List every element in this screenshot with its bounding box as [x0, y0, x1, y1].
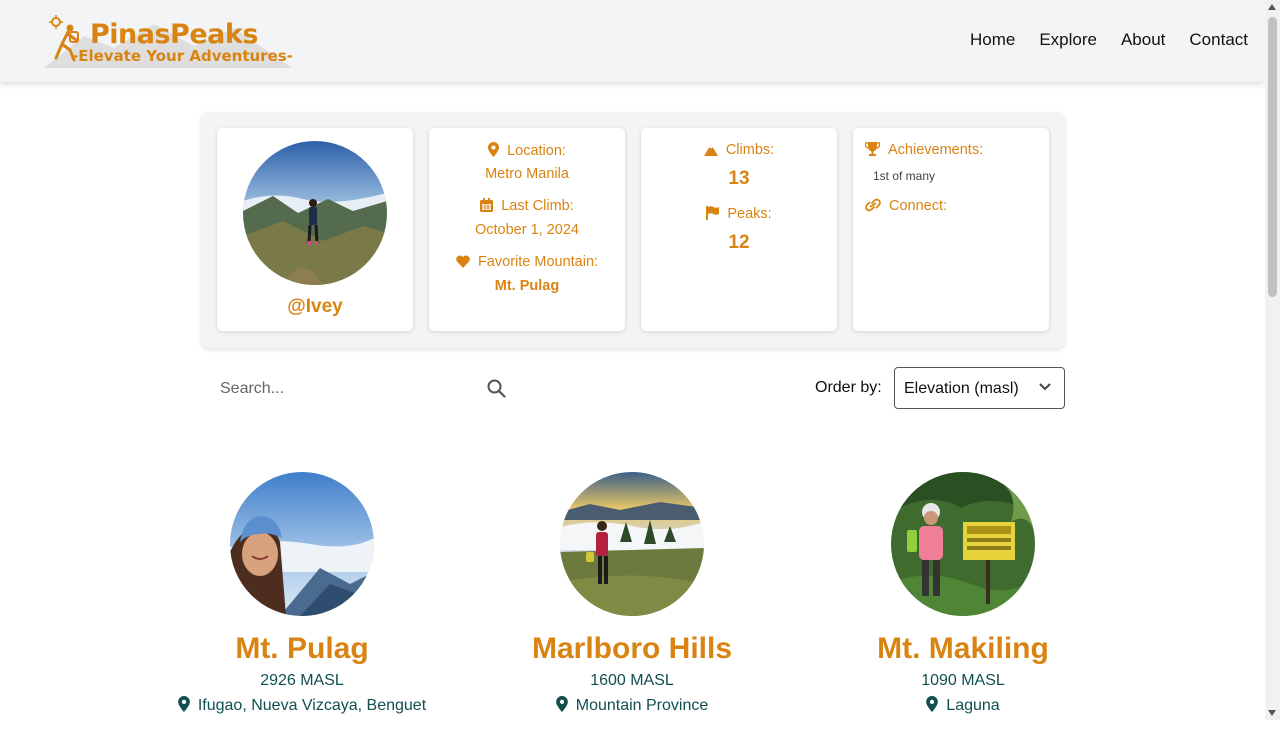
order-by-select[interactable]: Elevation (masl): [894, 367, 1065, 409]
main-nav: Home Explore About Contact: [970, 30, 1248, 50]
nav-contact[interactable]: Contact: [1189, 30, 1248, 50]
location-label: Location:: [507, 143, 566, 159]
last-climb-row: Last Climb:: [429, 198, 625, 214]
trophy-icon: [865, 142, 880, 156]
order-by-value: Elevation (masl): [904, 380, 1019, 397]
connect-row: Connect:: [865, 198, 947, 214]
mountain-name[interactable]: Mt. Makiling: [798, 632, 1128, 666]
profile-stats-card: Climbs: 13 Peaks: 12: [641, 128, 837, 331]
connect-label: Connect:: [889, 198, 948, 214]
site-header: PinasPeaks -Elevate Your Adventures- Hom…: [0, 0, 1265, 82]
mountain-photo[interactable]: [230, 472, 374, 616]
map-pin-icon: [488, 142, 500, 157]
location-row: Location:: [429, 142, 625, 159]
link-icon: [865, 198, 881, 212]
logo-title: PinasPeaks: [90, 19, 258, 50]
peaks-label: Peaks:: [727, 206, 772, 222]
last-climb-value: October 1, 2024: [475, 222, 579, 238]
search-icon[interactable]: [487, 379, 506, 398]
mountain-elevation: 2926 MASL: [260, 672, 344, 689]
profile-username: @Ivey: [287, 296, 343, 317]
logo-tagline: -Elevate Your Adventures-: [72, 47, 293, 65]
map-pin-icon: [555, 696, 568, 712]
mountain-photo[interactable]: [891, 472, 1035, 616]
mountain-location-text: Laguna: [946, 697, 1000, 714]
mountain-name[interactable]: Mt. Pulag: [137, 632, 467, 666]
mountain-photo[interactable]: [560, 472, 704, 616]
mountain-elevation: 1600 MASL: [590, 672, 674, 689]
flag-icon: [706, 206, 720, 220]
location-value: Metro Manila: [485, 166, 569, 182]
profile-info-card: Location: Metro Manila Last Climb: Octob…: [429, 128, 625, 331]
favorite-value[interactable]: Mt. Pulag: [429, 278, 625, 294]
climbs-label: Climbs:: [725, 142, 775, 158]
search-input[interactable]: [220, 378, 480, 400]
nav-explore[interactable]: Explore: [1039, 30, 1097, 50]
scroll-down-arrow-icon[interactable]: [1268, 710, 1276, 716]
mountain-location: Laguna: [798, 696, 1128, 715]
mountain-elevation: 1090 MASL: [921, 672, 1005, 689]
nav-home[interactable]: Home: [970, 30, 1015, 50]
peaks-row: Peaks:: [641, 206, 837, 222]
mountain-card[interactable]: Marlboro Hills 1600 MASL Mountain Provin…: [467, 472, 797, 732]
order-by-label: Order by:: [815, 379, 882, 396]
mountain-location-text: Mountain Province: [575, 697, 709, 714]
chevron-down-icon: [1039, 383, 1051, 391]
scroll-thumb[interactable]: [1268, 17, 1277, 297]
heart-icon: [456, 255, 470, 268]
scroll-up-arrow-icon[interactable]: [1268, 4, 1276, 10]
climbs-row: Climbs:: [641, 142, 837, 158]
map-pin-icon: [177, 696, 190, 712]
achievement-item: 1st of many: [873, 169, 936, 183]
mountain-location-text: Ifugao, Nueva Vizcaya, Benguet: [197, 697, 427, 714]
site-logo[interactable]: PinasPeaks -Elevate Your Adventures-: [38, 12, 318, 68]
search-bar: [220, 378, 510, 400]
achievements-label: Achievements:: [888, 142, 984, 158]
page-scrollbar[interactable]: [1265, 0, 1280, 720]
climbs-value: 13: [728, 168, 750, 189]
mountain-icon: [703, 144, 718, 156]
profile-avatar[interactable]: [243, 141, 387, 285]
profile-achievements-card: Achievements: 1st of many Connect:: [853, 128, 1049, 331]
mountain-location: Mountain Province: [467, 696, 797, 715]
map-pin-icon: [926, 696, 939, 712]
favorite-row: Favorite Mountain:: [429, 254, 625, 270]
calendar-icon: [480, 198, 494, 212]
profile-panel: @Ivey Location: Metro Manila Last Climb:…: [201, 112, 1065, 348]
achievements-row: Achievements:: [865, 142, 983, 158]
nav-about[interactable]: About: [1121, 30, 1165, 50]
mountain-location: Ifugao, Nueva Vizcaya, Benguet: [137, 696, 467, 715]
peaks-value: 12: [728, 232, 750, 253]
favorite-label: Favorite Mountain:: [477, 254, 599, 270]
mountain-name[interactable]: Marlboro Hills: [467, 632, 797, 666]
mountain-card[interactable]: Mt. Pulag 2926 MASL Ifugao, Nueva Vizcay…: [137, 472, 467, 732]
profile-avatar-card: @Ivey: [217, 128, 413, 331]
mountain-card[interactable]: Mt. Makiling 1090 MASL Laguna: [798, 472, 1128, 732]
last-climb-label: Last Climb:: [501, 198, 574, 214]
